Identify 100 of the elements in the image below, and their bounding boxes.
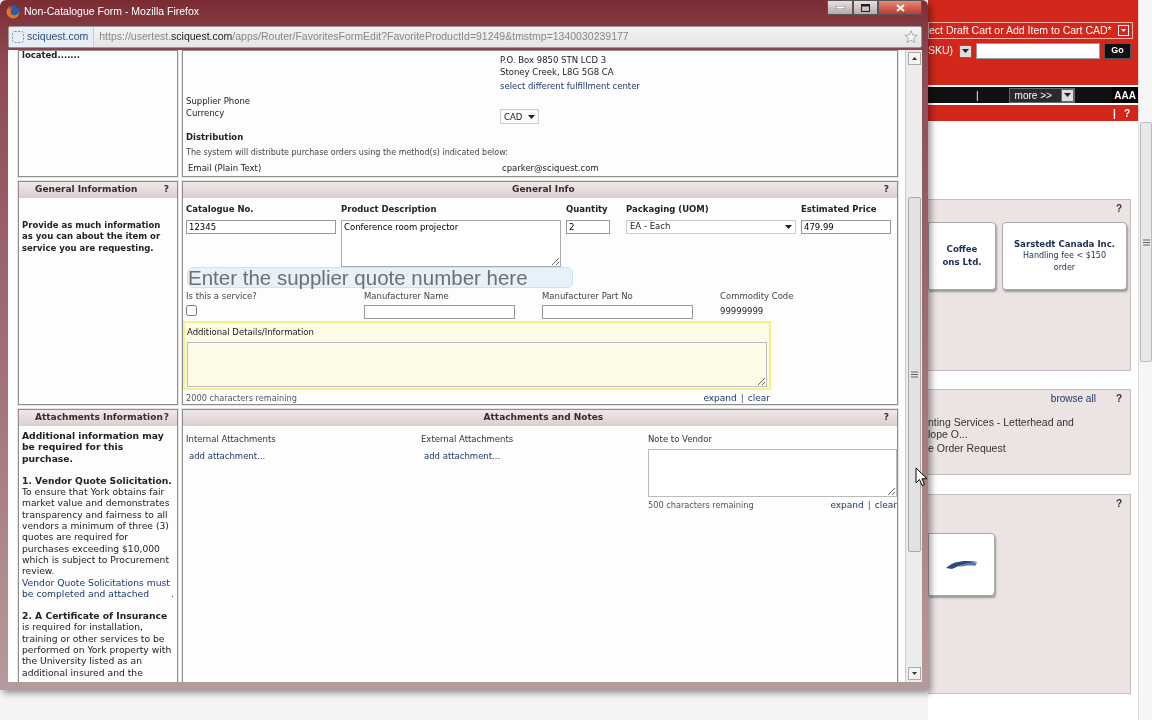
field-label: Quantity <box>566 203 609 216</box>
field-label: Manufacturer Part No <box>542 289 634 303</box>
scrollbar[interactable] <box>905 50 922 682</box>
grip-icon <box>1142 238 1150 246</box>
text-size-button[interactable]: AAA <box>1112 87 1138 103</box>
window-title: Non-Catalogue Form - Mozilla Firefox <box>24 4 200 20</box>
help-button[interactable]: ? <box>883 411 889 425</box>
help-button[interactable]: ? <box>1115 495 1122 511</box>
help-button[interactable]: ? <box>883 183 889 197</box>
help-button[interactable]: ? <box>163 183 169 197</box>
address-line: Stoney Creek, L8G 5G8 CA <box>500 66 614 78</box>
form-link[interactable]: nting Services - Letterhead and lope O... <box>928 416 1090 440</box>
scroll-down-button[interactable] <box>907 667 921 680</box>
currency-dropdown[interactable]: CAD <box>500 109 540 124</box>
grip-icon <box>910 371 918 378</box>
help-button[interactable]: ? <box>163 411 169 425</box>
input-field[interactable]: 2 <box>566 219 610 234</box>
section-title: General Information <box>35 183 138 197</box>
search-type-dropdown[interactable]: SKU) <box>928 43 973 59</box>
policy-link[interactable]: Vendor Quote Solicitations must be completed and attached <box>22 576 172 600</box>
scrollbar[interactable] <box>1138 0 1152 720</box>
field-label: Internal Attachments <box>186 433 277 446</box>
field-label: Is this a service? <box>186 289 258 303</box>
site-identity-button[interactable]: sciquest.com <box>9 27 95 47</box>
maximize-button[interactable] <box>853 0 878 15</box>
caret-icon <box>962 49 970 53</box>
input-field[interactable]: 479.99 <box>801 219 891 234</box>
action-link[interactable]: expand <box>830 498 864 513</box>
browser-logo-icon <box>6 5 20 19</box>
field-label: Additional Details/Information <box>187 327 314 338</box>
scroll-up-button[interactable] <box>907 52 921 65</box>
tooltip: Enter the supplier quote number here <box>187 266 573 288</box>
field-label: Packaging (UOM) <box>626 203 710 216</box>
nav-separator: | <box>976 88 979 103</box>
side-text: located....... <box>22 51 82 59</box>
supplier-note: Handling fee < $150 order <box>1022 250 1107 275</box>
section-heading: Distribution <box>186 131 245 144</box>
up-arrow-icon <box>911 57 917 60</box>
add-attachment-link[interactable]: add attachment... <box>424 449 501 463</box>
add-attachment-link[interactable]: add attachment... <box>189 449 266 463</box>
description-field[interactable]: Conference room projector <box>341 219 561 267</box>
site-name: sciquest.com <box>27 29 89 45</box>
scroll-thumb[interactable] <box>907 197 921 552</box>
side-paragraph: 2. A Certificate of Insurance is required for installation, training or other services to be performed on York property with the University listed as an additional insured and the <box>22 610 173 678</box>
caret-icon <box>785 224 792 229</box>
supplier-name: Coffee ons Ltd. <box>941 243 983 269</box>
input-field[interactable]: 12345 <box>186 219 336 234</box>
method-label: Email (Plain Text) <box>188 161 263 174</box>
scroll-thumb[interactable] <box>1140 122 1152 362</box>
characters-remaining: 500 characters remaining <box>648 498 754 512</box>
method-value: cparker@sciquest.com <box>502 161 599 174</box>
page-icon <box>12 31 24 43</box>
supplier-card[interactable]: Sarstedt Canada Inc. Handling fee < $150 order <box>1002 222 1127 290</box>
supplier-logo-card[interactable] <box>928 533 995 596</box>
caret-icon <box>528 114 536 119</box>
field-label: Manufacturer Name <box>364 289 450 303</box>
close-icon <box>895 3 905 12</box>
field-label: Catalogue No. <box>186 203 255 216</box>
packaging-dropdown[interactable]: EA - Each <box>626 219 796 234</box>
input-field[interactable] <box>364 304 515 319</box>
checkbox[interactable] <box>186 304 197 316</box>
field-label: Product Description <box>341 203 438 216</box>
help-button[interactable]: ? <box>1123 105 1130 121</box>
search-field[interactable] <box>976 43 1101 59</box>
fulfillment-link[interactable]: select different fulfillment center <box>500 80 640 92</box>
minimize-icon <box>835 6 845 9</box>
action-link[interactable]: expand <box>703 392 737 404</box>
code-value: 99999999 <box>720 304 765 318</box>
minimize-button[interactable] <box>827 0 853 15</box>
field-label: Estimated Price <box>801 203 878 216</box>
action-link[interactable]: clear <box>874 498 897 513</box>
help-button[interactable]: ? <box>1115 200 1122 216</box>
url-field[interactable]: https://usertest.sciquest.com/apps/Router/FavoritesFormEdit?FavoriteProductId=91249&tmstmp=1340030239177 <box>94 29 629 45</box>
section-title: Attachments and Notes <box>482 411 604 425</box>
side-paragraph: 1. Vendor Quote Solicitation. To ensure that York obtains fair market value and demonstrates transparency and fairness to all vendors a minimum of three (3) quotes are required for purchases exceeding $10,000 which is subject to Procurement review. <box>22 474 173 577</box>
go-button[interactable]: Go <box>1104 43 1132 59</box>
address-line: P.O. Box 9850 STN LCD 3 <box>500 54 607 66</box>
more-dropdown[interactable]: more >> <box>1008 87 1075 103</box>
close-button[interactable] <box>878 0 922 15</box>
maximize-icon <box>861 3 870 12</box>
section-title: General Info <box>511 183 575 197</box>
field-label: Currency <box>186 107 226 120</box>
field-label: Note to Vendor <box>648 433 713 446</box>
help-button[interactable]: ? <box>1115 390 1122 406</box>
bookmark-star-icon <box>904 30 918 44</box>
field-label: External Attachments <box>421 433 515 446</box>
note-field[interactable] <box>648 448 897 497</box>
supplier-card[interactable]: Coffee ons Ltd. <box>928 222 996 290</box>
down-arrow-icon <box>911 672 917 675</box>
supplier-name: Sarstedt Canada Inc. <box>1013 237 1116 251</box>
action-link[interactable]: clear <box>747 392 770 404</box>
punctuation: . <box>171 587 174 600</box>
form-link[interactable]: e Order Request <box>928 442 1090 454</box>
details-field[interactable] <box>187 342 767 387</box>
cart-dropdown[interactable]: ect Draft Cart or Add Item to Cart CAD* <box>928 22 1133 39</box>
help-text: The system will distribute purchase orders using the method(s) indicated below: <box>186 146 509 159</box>
browse-all-link[interactable]: browse all <box>1050 390 1096 406</box>
input-field[interactable] <box>542 304 693 319</box>
link-separator: | <box>867 498 871 512</box>
side-paragraph: Additional information may be required for this purchase. <box>22 430 165 464</box>
